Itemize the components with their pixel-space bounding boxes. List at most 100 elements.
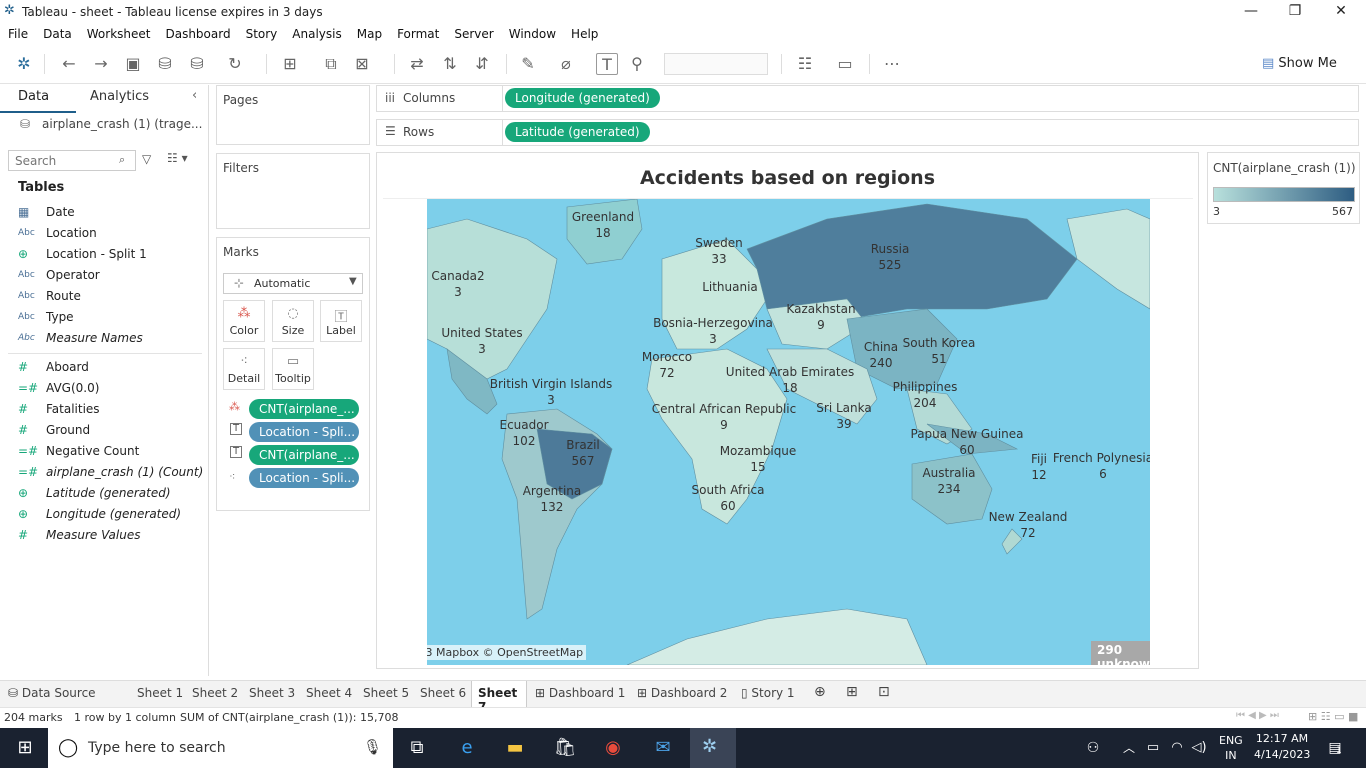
size-button[interactable]: ◌ Size [272, 300, 314, 342]
field-row[interactable]: # Ground [18, 420, 90, 440]
region-label[interactable]: Philippines 204 [893, 379, 958, 411]
detail-button[interactable]: ⁖ Detail [223, 348, 265, 390]
mark-type-dropdown[interactable]: ⊹ Automatic ▼ [223, 273, 363, 294]
show-me-button[interactable]: ▤ Show Me [1262, 56, 1337, 71]
region-label[interactable]: Russia 525 [871, 241, 910, 273]
pages-card[interactable]: Pages [216, 85, 370, 145]
field-row[interactable]: # Aboard [18, 357, 89, 377]
field-row[interactable]: Abc Measure Names [18, 328, 143, 348]
field-row[interactable]: # Measure Values [18, 525, 140, 545]
search-input[interactable] [9, 151, 113, 170]
rows-pill[interactable]: Latitude (generated) [505, 122, 650, 142]
region-label[interactable]: Greenland 18 [572, 209, 634, 241]
menu-server[interactable]: Server [446, 27, 500, 41]
region-label[interactable]: United Arab Emirates 18 [726, 364, 854, 396]
presentation-icon[interactable]: ▭ [834, 53, 856, 75]
sheet-nav-icon[interactable]: ⏮ ◀ ▶ ⏭ [1236, 710, 1279, 721]
restore-button[interactable]: ❐ [1272, 0, 1318, 24]
region-label[interactable]: Papua New Guinea 60 [910, 426, 1023, 458]
menu-data[interactable]: Data [35, 27, 79, 41]
new-dashboard-icon[interactable]: ⊞ [846, 684, 858, 700]
clear-sheet-icon[interactable]: ⊠ [351, 53, 373, 75]
mark-pill-label-count[interactable]: CNT(airplane_... [249, 445, 359, 465]
tab-sheet-6[interactable]: Sheet 6 [420, 686, 466, 700]
view-options-icon[interactable]: ☷ ▾ [167, 151, 188, 165]
field-row[interactable]: ⊕ Location - Split 1 [18, 244, 147, 264]
field-row[interactable]: =# AVG(0.0) [18, 378, 99, 398]
pin-icon[interactable]: ⚲ [626, 53, 648, 75]
notification-icon[interactable]: ▤ [1322, 736, 1348, 760]
clock[interactable]: 12:17 AM 4/14/2023 [1254, 731, 1310, 763]
mark-pill-color[interactable]: CNT(airplane_... [249, 399, 359, 419]
save-icon[interactable]: ▣ [122, 53, 144, 75]
field-row[interactable]: ⊕ Latitude (generated) [18, 483, 171, 503]
region-label[interactable]: Australia 234 [922, 465, 975, 497]
new-worksheet-icon[interactable]: ⊞ [279, 53, 301, 75]
refresh-icon[interactable]: ↻ [224, 53, 246, 75]
menu-dashboard[interactable]: Dashboard [157, 27, 237, 41]
pause-updates-icon[interactable]: ⛁ [186, 53, 208, 75]
region-label[interactable]: South Korea 51 [903, 335, 976, 367]
menu-file[interactable]: File [0, 27, 35, 41]
volume-icon[interactable]: ◁) [1186, 736, 1212, 760]
rows-shelf[interactable]: ☰ Rows Latitude (generated) [376, 119, 1359, 146]
menu-format[interactable]: Format [389, 27, 446, 41]
sort-desc-icon[interactable]: ⇵ [471, 53, 493, 75]
unknown-indicator[interactable]: 290 unknown [1091, 641, 1150, 665]
share-icon[interactable]: ⋯ [881, 53, 903, 75]
color-button[interactable]: ⁂ Color [223, 300, 265, 342]
tab-sheet-7[interactable]: Sheet 7 [471, 681, 527, 714]
menu-worksheet[interactable]: Worksheet [79, 27, 158, 41]
tableau-taskbar-button[interactable]: ✲ [690, 728, 736, 768]
field-row[interactable]: ▦ Date [18, 202, 75, 222]
region-label[interactable]: Lithuania [702, 279, 758, 295]
duplicate-icon[interactable]: ⧉ [320, 53, 342, 75]
menu-help[interactable]: Help [563, 27, 605, 41]
battery-icon[interactable]: ▭ [1140, 736, 1166, 760]
group-icon[interactable]: ⌀ [555, 53, 577, 75]
datasource-name[interactable]: airplane_crash (1) (trage... [42, 117, 202, 131]
search-box[interactable]: ⌕ [8, 150, 136, 171]
taskbar-search[interactable]: ◯ Type here to search 🎙 [48, 728, 393, 768]
mark-pill-label-location[interactable]: Location - Spli... [249, 422, 359, 442]
region-label[interactable]: Bosnia-Herzegovina 3 [653, 315, 773, 347]
new-story-icon[interactable]: ⊡ [878, 684, 890, 700]
tab-sheet-5[interactable]: Sheet 5 [363, 686, 409, 700]
swap-icon[interactable]: ⇄ [406, 53, 428, 75]
windows-start-icon[interactable]: ⊞ [12, 736, 38, 760]
region-label[interactable]: Argentina 132 [523, 483, 582, 515]
region-label[interactable]: Mozambique 15 [720, 443, 797, 475]
tab-sheet-1[interactable]: Sheet 1 [137, 686, 183, 700]
tab-data-source[interactable]: ⛁ Data Source [8, 686, 96, 700]
undo-icon[interactable]: ← [58, 53, 80, 75]
tab-data[interactable]: Data [18, 89, 49, 104]
region-label[interactable]: Ecuador 102 [499, 417, 548, 449]
columns-pill[interactable]: Longitude (generated) [505, 88, 660, 108]
fit-dropdown[interactable] [664, 53, 768, 75]
people-icon[interactable]: ⚇ [1080, 736, 1106, 760]
tableau-home-icon[interactable]: ✲ [13, 53, 35, 75]
region-label[interactable]: United States 3 [441, 325, 522, 357]
collapse-icon[interactable]: ‹ [192, 88, 197, 103]
field-row[interactable]: Abc Route [18, 286, 81, 306]
language-indicator[interactable]: ENG IN [1219, 733, 1243, 763]
tab-sheet-4[interactable]: Sheet 4 [306, 686, 352, 700]
field-row[interactable]: Abc Operator [18, 265, 100, 285]
sort-asc-icon[interactable]: ⇅ [439, 53, 461, 75]
color-legend[interactable]: CNT(airplane_crash (1)) 3 567 [1207, 152, 1360, 224]
minimize-button[interactable]: — [1228, 0, 1274, 24]
region-label[interactable]: China 240 [864, 339, 898, 371]
region-label[interactable]: Fiji 12 [1031, 451, 1047, 483]
close-button[interactable]: ✕ [1318, 0, 1364, 24]
redo-icon[interactable]: → [90, 53, 112, 75]
new-sheet-icon[interactable]: ⊕ [814, 684, 826, 700]
menu-map[interactable]: Map [349, 27, 389, 41]
region-label[interactable]: Kazakhstan 9 [786, 301, 855, 333]
store-icon[interactable]: 🛍 [552, 736, 578, 760]
menu-story[interactable]: Story [238, 27, 285, 41]
tab-dashboard-1[interactable]: ⊞ Dashboard 1 [535, 686, 625, 700]
field-row[interactable]: # Fatalities [18, 399, 100, 419]
edge-icon[interactable]: e [454, 736, 480, 760]
task-view-icon[interactable]: ⧉ [404, 736, 430, 760]
cards-icon[interactable]: ☷ [794, 53, 816, 75]
